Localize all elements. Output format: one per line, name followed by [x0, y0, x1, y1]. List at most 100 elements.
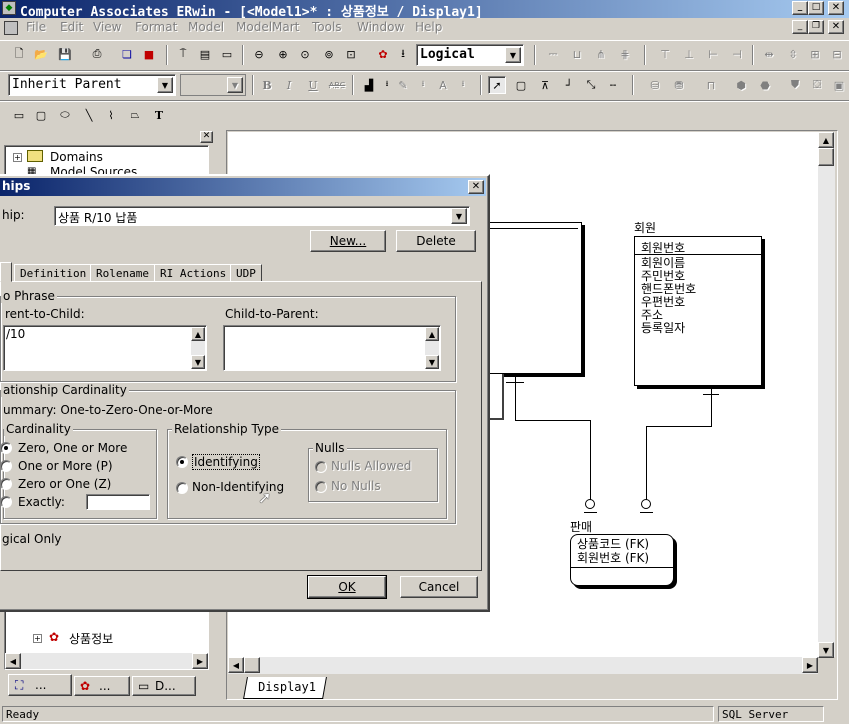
scroll-right-icon[interactable]: ▶	[192, 653, 208, 669]
menu-view[interactable]: View	[93, 20, 121, 34]
parent-to-child-scrollbar[interactable]: ▲ ▼	[191, 327, 205, 369]
maximize-button[interactable]: □	[808, 1, 824, 15]
underline-icon[interactable]: U	[304, 76, 322, 94]
zoom-out-icon[interactable]: ⊖	[250, 45, 268, 63]
size-combo[interactable]: ▼	[180, 74, 246, 96]
color-icon[interactable]: ■	[140, 45, 158, 63]
delete-button[interactable]: Delete	[396, 230, 476, 252]
rounded-rect-tool-icon[interactable]: ▢	[32, 106, 50, 124]
download-icon[interactable]: ⭳	[394, 45, 412, 63]
pen-arrow-icon[interactable]: ⭳	[414, 76, 432, 94]
text-tool-icon[interactable]: T	[150, 106, 168, 124]
scroll-left-icon[interactable]: ◀	[228, 657, 244, 673]
mart-icon-1[interactable]: ⛁	[646, 76, 664, 94]
tree-item-subject-area[interactable]: 상품정보	[69, 630, 113, 647]
zoom-page-icon[interactable]: ⊡	[342, 45, 360, 63]
strikethrough-icon[interactable]: ABC	[328, 76, 346, 94]
tree-item-domains[interactable]: Domains	[50, 150, 103, 164]
model-explorer-icon[interactable]: ✿	[374, 45, 392, 63]
pen-color-icon[interactable]: ✎	[394, 76, 412, 94]
radio-exactly[interactable]	[0, 496, 12, 508]
scroll-right-icon[interactable]: ▶	[802, 657, 818, 673]
exactly-input[interactable]	[86, 494, 150, 510]
new-file-icon[interactable]: 🗋	[10, 45, 28, 63]
child-to-parent-scrollbar[interactable]: ▲ ▼	[425, 327, 439, 369]
chevron-down-icon[interactable]: ▼	[227, 77, 243, 93]
menu-format[interactable]: Format	[135, 20, 177, 34]
relation-icon[interactable]: ⎓	[544, 45, 562, 63]
scroll-up-icon[interactable]: ▲	[425, 327, 439, 341]
space-vertical-icon[interactable]: ⇳	[784, 45, 802, 63]
tab-ri-actions[interactable]: RI Actions	[154, 264, 233, 282]
entity-sale[interactable]: 상품코드 (FK) 회원번호 (FK)	[570, 534, 674, 586]
diagram-vscrollbar[interactable]: ▲ ▼	[818, 132, 835, 658]
mart-icon-5[interactable]: ⛊	[786, 76, 804, 94]
zoom-in-icon[interactable]: ⊕	[274, 45, 292, 63]
explorer-tab-display[interactable]: ⛶ ...	[8, 674, 72, 696]
window-icon[interactable]: ❏	[118, 45, 136, 63]
diagram-tab-display1[interactable]: Display1	[243, 677, 327, 699]
diagram-hscrollbar[interactable]: ◀ ▶	[228, 657, 818, 674]
menu-file[interactable]: File	[26, 20, 46, 34]
minimize-button[interactable]: _	[792, 1, 808, 15]
radio-zero-one-more[interactable]	[0, 442, 12, 454]
explorer-close-button[interactable]: ✕	[200, 131, 213, 143]
subtype-tool-icon[interactable]: ⊼	[536, 76, 554, 94]
menu-tools[interactable]: Tools	[312, 20, 342, 34]
parent-to-child-textarea[interactable]: /10 ▲ ▼	[3, 325, 207, 371]
scroll-down-icon[interactable]: ▼	[425, 355, 439, 369]
explorer-tab-domains[interactable]: ▭ D...	[132, 676, 196, 696]
subtype-icon[interactable]: ⊔	[568, 45, 586, 63]
scroll-left-icon[interactable]: ◀	[5, 653, 21, 669]
mart-icon-6[interactable]: ⛋	[808, 76, 826, 94]
font-color-icon[interactable]: A	[434, 76, 452, 94]
tab-definition[interactable]: Definition	[14, 264, 93, 282]
print-icon[interactable]: ⎙	[88, 45, 106, 63]
radio-no-nulls[interactable]	[315, 481, 327, 493]
radio-non-identifying[interactable]	[176, 482, 188, 494]
mart-icon-7[interactable]: ▣	[830, 76, 848, 94]
fill-color-icon[interactable]: ▟	[360, 76, 378, 94]
hierarchy-icon[interactable]: ⋕	[616, 45, 634, 63]
logical-only-checkbox-label[interactable]: gical Only	[2, 532, 62, 546]
cancel-button[interactable]: Cancel	[400, 576, 478, 598]
entity-display-icon[interactable]: ▤	[196, 45, 214, 63]
polyline-tool-icon[interactable]: ⌇	[102, 106, 120, 124]
tree-expand-icon[interactable]: +	[33, 634, 42, 643]
comment-icon[interactable]: ▭	[218, 45, 236, 63]
new-button[interactable]: New...	[310, 230, 386, 252]
ellipse-tool-icon[interactable]: ⬭	[56, 106, 74, 124]
entity-member[interactable]: 회원번호 회원이름 주민번호 핸드폰번호 우편번호 주소 등록일자	[634, 236, 762, 386]
doc-restore-button[interactable]: ❐	[808, 20, 824, 34]
align-left-icon[interactable]: ⊢	[704, 45, 722, 63]
align-top-icon[interactable]: ⊤	[656, 45, 674, 63]
radio-one-or-more[interactable]	[0, 460, 12, 472]
identifying-rel-icon[interactable]: ┘	[560, 76, 578, 94]
zoom-normal-icon[interactable]: ⊚	[320, 45, 338, 63]
italic-icon[interactable]: I	[280, 76, 298, 94]
center-icon[interactable]: ⊟	[828, 45, 846, 63]
scroll-thumb[interactable]	[818, 148, 834, 166]
polygon-tool-icon[interactable]: ⏢	[126, 106, 144, 124]
zoom-fit-icon[interactable]: ⊙	[296, 45, 314, 63]
menu-modelmart[interactable]: ModelMart	[236, 20, 299, 34]
doc-minimize-button[interactable]: _	[792, 20, 808, 34]
ok-button[interactable]: OK	[307, 575, 387, 599]
radio-identifying[interactable]	[176, 456, 188, 468]
explorer-hscrollbar[interactable]: ◀ ▶	[5, 653, 208, 669]
close-button[interactable]: ✕	[828, 1, 844, 15]
mart-icon-2[interactable]: ⛃	[670, 76, 688, 94]
same-size-icon[interactable]: ⊞	[806, 45, 824, 63]
lock-icon[interactable]: ⊓	[702, 76, 720, 94]
scroll-thumb[interactable]	[244, 657, 260, 673]
child-to-parent-textarea[interactable]: ▲ ▼	[223, 325, 441, 371]
align-right-icon[interactable]: ⊣	[728, 45, 746, 63]
scroll-up-icon[interactable]: ▲	[818, 132, 834, 148]
explorer-tab-subject[interactable]: ✿ ...	[74, 676, 130, 696]
view-level-combo[interactable]: Logical ▼	[416, 44, 524, 66]
font-combo[interactable]: Inherit Parent ▼	[8, 74, 176, 96]
pointer-icon[interactable]: ➚	[488, 76, 506, 94]
radio-nulls-allowed[interactable]	[315, 461, 327, 473]
tab-udp[interactable]: UDP	[230, 264, 262, 282]
align-bottom-icon[interactable]: ⊥	[680, 45, 698, 63]
